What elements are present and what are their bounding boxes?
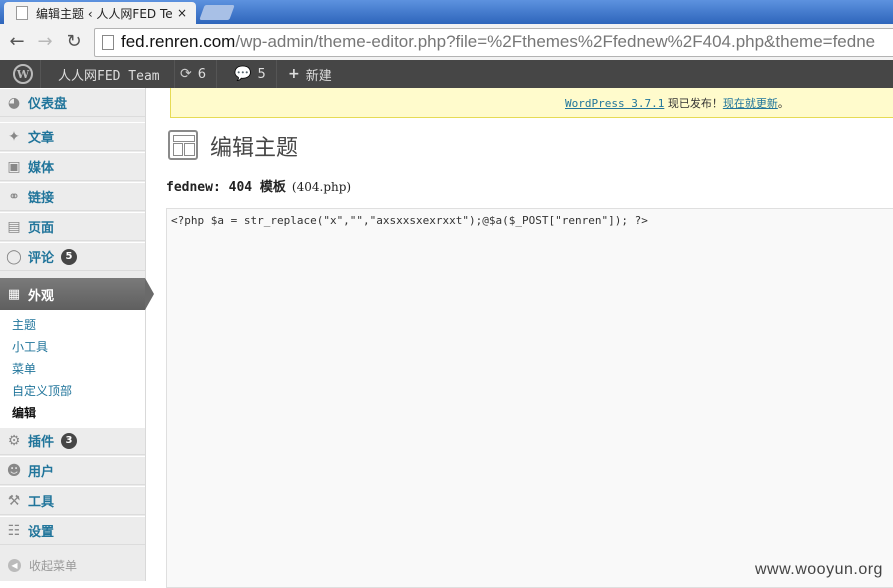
url-path: /wp-admin/theme-editor.php?file=%2Ftheme…: [235, 32, 876, 51]
site-name-link[interactable]: 人人网FED Team: [44, 60, 175, 88]
file-name: (404.php): [291, 180, 352, 194]
url-host: fed.renren.com: [121, 32, 236, 51]
appearance-icon: ▦: [7, 286, 21, 302]
menu-label: 链接: [28, 191, 55, 206]
browser-tab-strip: 编辑主题 ‹ 人人网FED Te ×: [0, 0, 893, 24]
page-icon: ▤: [7, 218, 21, 235]
new-tab-button[interactable]: [199, 5, 235, 20]
code-content[interactable]: <?php $a = str_replace("x","","axsxxsxex…: [171, 214, 648, 227]
page-favicon-icon: [16, 6, 28, 20]
reload-icon[interactable]: ↻: [63, 31, 85, 53]
comments-count-badge: 5: [61, 248, 78, 265]
menu-label: 设置: [28, 525, 55, 540]
file-heading: fednew: 404 模板 (404.php): [166, 176, 351, 195]
wp-logo-menu[interactable]: W: [6, 60, 41, 88]
wordpress-logo-icon: W: [13, 64, 33, 84]
collapse-label: 收起菜单: [29, 558, 78, 573]
tab-close-icon[interactable]: ×: [174, 6, 190, 20]
new-content-label: 新建: [305, 68, 332, 84]
submenu-custom-header[interactable]: 自定义顶部: [12, 382, 72, 399]
menu-label: 插件: [28, 435, 55, 450]
tools-icon: ⚒: [7, 492, 21, 509]
tab-title: 编辑主题 ‹ 人人网FED Te: [36, 6, 173, 21]
browser-toolbar: ← → ↻ fed.renren.com/wp-admin/theme-edit…: [0, 24, 893, 61]
page-title: 编辑主题: [210, 136, 299, 161]
menu-label: 页面: [28, 221, 55, 236]
menu-users[interactable]: ☻ 用户: [0, 456, 145, 485]
notice-end: 。: [777, 97, 789, 110]
url-text[interactable]: fed.renren.com/wp-admin/theme-editor.php…: [121, 32, 875, 52]
users-icon: ☻: [6, 462, 22, 479]
link-icon: ⚭: [8, 188, 20, 205]
file-heading-title: fednew: 404 模板: [166, 180, 286, 195]
menu-settings[interactable]: ☷ 设置: [0, 516, 145, 545]
comments-link[interactable]: 💬 5: [224, 60, 277, 88]
menu-pages[interactable]: ▤ 页面: [0, 212, 145, 241]
collapse-arrow-icon: ◀: [8, 558, 21, 572]
menu-links[interactable]: ⚭ 链接: [0, 182, 145, 211]
settings-icon: ☷: [7, 522, 21, 539]
menu-label: 仪表盘: [28, 97, 68, 112]
wordpress-version-link[interactable]: WordPress 3.7.1: [565, 97, 664, 110]
menu-plugins[interactable]: ⚙ 插件 3: [0, 426, 145, 455]
menu-label: 外观: [28, 288, 55, 304]
media-icon: ▣: [7, 158, 21, 175]
menu-label: 媒体: [28, 161, 55, 176]
menu-appearance[interactable]: ▦ 外观: [0, 278, 145, 310]
notice-text: 现已发布！: [664, 97, 723, 110]
comment-bubble-icon: 💬: [234, 66, 252, 82]
menu-label: 用户: [28, 465, 55, 480]
updates-count: 6: [197, 66, 207, 82]
back-arrow-icon[interactable]: ←: [6, 31, 28, 53]
wp-admin-bar: W 人人网FED Team ⟳ 6 💬 5 + 新建: [0, 60, 893, 88]
menu-media[interactable]: ▣ 媒体: [0, 152, 145, 181]
collapse-menu-button[interactable]: ◀ 收起菜单: [0, 550, 145, 580]
watermark: www.wooyun.org: [755, 561, 883, 578]
update-refresh-icon: ⟳: [180, 66, 192, 82]
submenu-menus[interactable]: 菜单: [12, 360, 36, 377]
address-bar[interactable]: fed.renren.com/wp-admin/theme-editor.php…: [94, 28, 893, 57]
comment-icon: ◯: [6, 248, 22, 265]
admin-sidebar: ◕ 仪表盘 ✦ 文章 ▣ 媒体 ⚭ 链接 ▤ 页面 ◯ 评论 5 ▦ 外观 主题…: [0, 88, 154, 581]
submenu-editor[interactable]: 编辑: [12, 404, 36, 421]
menu-label: 文章: [28, 131, 55, 146]
updates-link[interactable]: ⟳ 6: [170, 60, 218, 88]
submenu-themes[interactable]: 主题: [12, 316, 36, 333]
update-now-link[interactable]: 现在就更新: [723, 97, 778, 110]
page-icon: [102, 35, 114, 50]
plugin-icon: ⚙: [7, 432, 21, 449]
menu-label: 工具: [28, 495, 55, 510]
plugins-count-badge: 3: [61, 432, 78, 449]
menu-posts[interactable]: ✦ 文章: [0, 122, 145, 151]
themes-page-icon: [168, 130, 198, 160]
update-notice: WordPress 3.7.1 现已发布！现在就更新。: [170, 88, 893, 118]
current-menu-arrow: [145, 278, 154, 310]
forward-arrow-icon[interactable]: →: [34, 31, 56, 53]
menu-tools[interactable]: ⚒ 工具: [0, 486, 145, 515]
plus-icon: +: [288, 66, 300, 82]
menu-dashboard[interactable]: ◕ 仪表盘: [0, 88, 145, 117]
comments-count: 5: [257, 66, 266, 82]
submenu-widgets[interactable]: 小工具: [12, 338, 48, 355]
code-editor-textarea[interactable]: <?php $a = str_replace("x","","axsxxsxex…: [166, 208, 893, 588]
menu-label: 评论: [28, 251, 55, 266]
browser-tab[interactable]: 编辑主题 ‹ 人人网FED Te ×: [4, 2, 196, 24]
dashboard-icon: ◕: [7, 94, 21, 111]
menu-comments[interactable]: ◯ 评论 5: [0, 242, 145, 271]
pin-icon: ✦: [8, 128, 20, 145]
new-content-menu[interactable]: + 新建: [278, 60, 342, 88]
appearance-submenu: 主题 小工具 菜单 自定义顶部 编辑: [0, 310, 145, 428]
